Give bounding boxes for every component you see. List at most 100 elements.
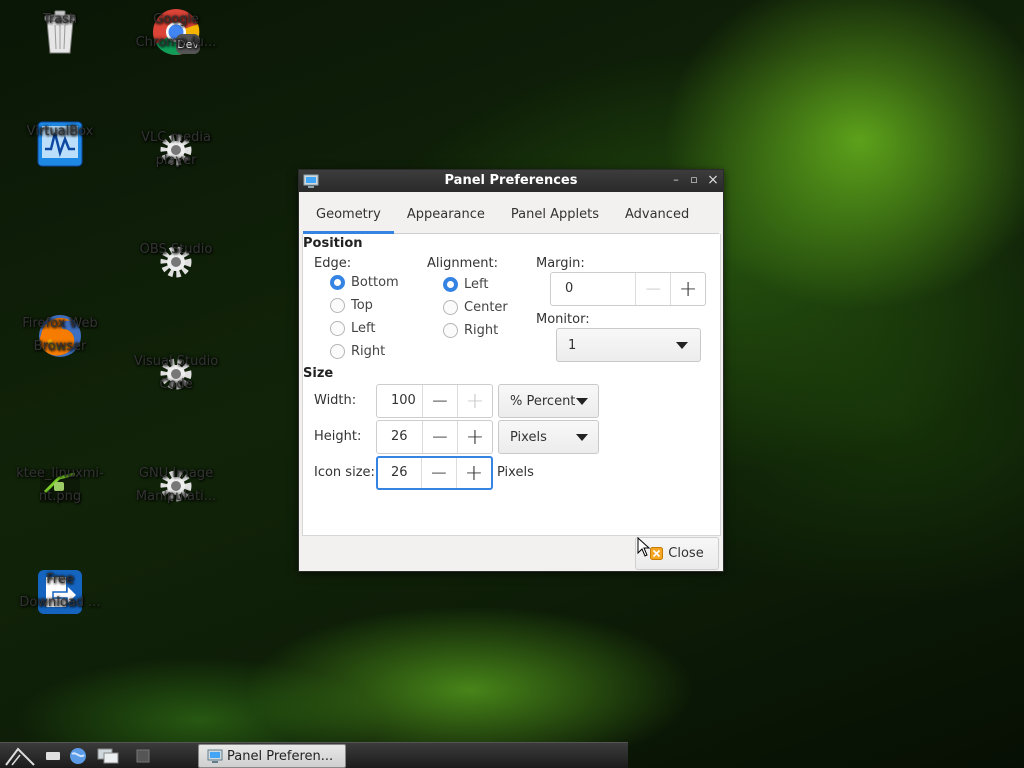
desktop-icon-ktee-png[interactable]: ktee_linuxmi- nt.png — [2, 462, 118, 511]
window-titlebar[interactable]: Panel Preferences – ▫ × — [299, 170, 723, 192]
chevron-down-icon — [576, 398, 588, 405]
width-increment-button[interactable]: + — [457, 385, 492, 417]
desktop-icon-vlc[interactable]: VLC media player — [118, 126, 234, 175]
icon-size-decrement-button[interactable]: − — [421, 458, 456, 488]
edge-radio-top[interactable]: Top — [330, 298, 373, 313]
width-label: Width: — [314, 393, 357, 408]
panel-preferences-window: Panel Preferences – ▫ × Geometry Appeara… — [298, 169, 724, 572]
alignment-label: Alignment: — [427, 256, 498, 271]
icon-size-increment-button[interactable]: + — [456, 458, 491, 488]
tab-bar: Geometry Appearance Panel Applets Advanc… — [303, 200, 719, 234]
radio-label: Top — [351, 298, 373, 313]
taskbar-item-label: Panel Preferen... — [227, 748, 334, 764]
monitor-dropdown[interactable]: 1 — [556, 328, 701, 362]
radio-label: Bottom — [351, 275, 399, 290]
icon-size-label: Icon size: — [314, 465, 375, 480]
height-label: Height: — [314, 429, 362, 444]
height-increment-button[interactable]: + — [457, 421, 492, 453]
radio-indicator — [330, 298, 345, 313]
alignment-radio-left[interactable]: Left — [443, 277, 488, 292]
web-browser-icon[interactable] — [68, 747, 88, 765]
radio-indicator — [330, 321, 345, 336]
margin-spinbutton[interactable]: 0 − + — [550, 272, 706, 306]
desktop-icon-trash[interactable]: Trash — [2, 8, 118, 57]
terminal-icon[interactable] — [134, 747, 154, 765]
radio-label: Left — [351, 321, 376, 336]
radio-indicator — [330, 275, 345, 290]
monitor-label: Monitor: — [536, 312, 590, 327]
chevron-down-icon — [676, 342, 688, 349]
edge-label: Edge: — [314, 256, 352, 271]
height-spinbutton[interactable]: 26 − + — [376, 420, 493, 454]
desktop-icon-label: Trash — [42, 12, 78, 27]
maximize-button[interactable]: ▫ — [687, 173, 701, 187]
width-value[interactable]: 100 — [377, 385, 422, 417]
desktop-icon-obs-studio[interactable]: OBS Studio — [118, 238, 234, 287]
height-value[interactable]: 26 — [377, 421, 422, 453]
monitor-dropdown-value: 1 — [568, 337, 577, 353]
tab-advanced[interactable]: Advanced — [612, 200, 702, 233]
position-section-title: Position — [303, 236, 363, 251]
icon-size-unit-label: Pixels — [497, 465, 534, 480]
file-manager-icon[interactable] — [96, 747, 120, 765]
width-spinbutton[interactable]: 100 − + — [376, 384, 493, 418]
window-app-icon — [207, 749, 223, 763]
margin-value[interactable]: 0 — [551, 273, 635, 305]
radio-indicator — [330, 344, 345, 359]
desktop-icon-virtualbox[interactable]: VirtualBox — [2, 120, 118, 169]
mouse-pointer-icon — [637, 537, 651, 557]
edge-radio-right[interactable]: Right — [330, 344, 385, 359]
show-desktop-icon[interactable] — [44, 747, 64, 765]
icon-size-spinbutton[interactable]: 26 − + — [376, 456, 493, 490]
chevron-down-icon — [576, 434, 588, 441]
radio-label: Right — [464, 323, 499, 338]
margin-label: Margin: — [536, 256, 585, 271]
height-unit-dropdown[interactable]: Pixels — [498, 420, 599, 454]
taskbar: Panel Preferen... — [0, 742, 628, 768]
taskbar-item-panel-preferences[interactable]: Panel Preferen... — [198, 744, 346, 768]
close-icon — [650, 547, 664, 560]
desktop-icon-label: GNU Image Manipulati... — [135, 466, 217, 504]
desktop-icon-label: Google Chrome (u... — [135, 12, 217, 50]
radio-label: Center — [464, 300, 508, 315]
desktop-icon-vscode[interactable]: Visual Studio Code — [118, 350, 234, 399]
dialog-footer: Close — [302, 536, 721, 570]
desktop-icon-free-download-manager[interactable]: Free Download ... — [2, 568, 118, 617]
desktop-icon-google-chrome[interactable]: Dev Google Chrome (u... — [118, 8, 234, 57]
desktop-icon-label: Free Download ... — [19, 572, 101, 610]
radio-label: Right — [351, 344, 386, 359]
radio-indicator — [443, 300, 458, 315]
minimize-button[interactable]: – — [669, 173, 683, 187]
desktop-icon-firefox[interactable]: Firefox Web Browser — [2, 312, 118, 361]
tab-geometry[interactable]: Geometry — [303, 200, 394, 234]
desktop-icon-label: Visual Studio Code — [133, 354, 219, 392]
size-section-title: Size — [303, 366, 334, 381]
margin-increment-button[interactable]: + — [670, 273, 705, 305]
height-unit-value: Pixels — [510, 429, 547, 445]
width-unit-value: % Percent — [510, 393, 576, 409]
edge-radio-left[interactable]: Left — [330, 321, 375, 336]
tab-appearance[interactable]: Appearance — [394, 200, 498, 233]
radio-label: Left — [464, 277, 489, 292]
width-decrement-button[interactable]: − — [422, 385, 457, 417]
desktop-icon-label: VirtualBox — [26, 124, 94, 139]
edge-radio-bottom[interactable]: Bottom — [330, 275, 399, 290]
alignment-radio-center[interactable]: Center — [443, 300, 508, 315]
width-unit-dropdown[interactable]: % Percent — [498, 384, 599, 418]
window-title: Panel Preferences — [444, 173, 578, 188]
icon-size-value[interactable]: 26 — [378, 458, 421, 488]
close-button-label: Close — [668, 546, 704, 561]
desktop-icon-label: Firefox Web Browser — [22, 316, 98, 354]
tab-panel-applets[interactable]: Panel Applets — [498, 200, 612, 233]
margin-decrement-button[interactable]: − — [635, 273, 670, 305]
radio-indicator — [443, 323, 458, 338]
height-decrement-button[interactable]: − — [422, 421, 457, 453]
start-menu-icon[interactable] — [4, 745, 36, 767]
alignment-radio-right[interactable]: Right — [443, 323, 498, 338]
desktop-icon-label: VLC media player — [141, 130, 211, 168]
geometry-page: Position Edge: Bottom Top Left Right Ali… — [302, 234, 721, 536]
radio-indicator — [443, 277, 458, 292]
desktop-icon-label: OBS Studio — [139, 242, 213, 257]
desktop-icon-gimp[interactable]: GNU Image Manipulati... — [118, 462, 234, 511]
close-window-button[interactable]: × — [706, 173, 720, 187]
